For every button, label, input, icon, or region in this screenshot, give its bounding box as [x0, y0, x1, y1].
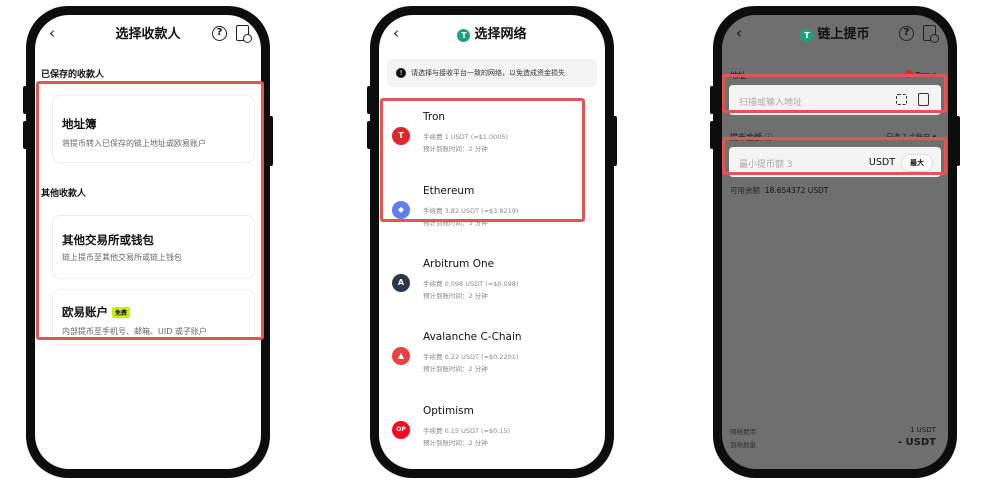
history-icon[interactable] [923, 25, 939, 43]
network-fee: 手续费 0.098 USDT (≈$0.098) [423, 280, 519, 288]
network-notice: ! 请选择与接收平台一致的网络，以免造成资金损失 [387, 59, 597, 87]
screen-onchain-withdraw: ‹ T 链上提币 ? 地址 Tron ▾ 扫描或输入地址 提币金额 ⓘ 已选 1 … [722, 15, 948, 469]
network-item-tron[interactable]: T Tron 手续费 1 USDT (≈$1.0005) 预计到账时间：2 分钟 [387, 111, 597, 171]
phone-frame-withdraw: ‹ T 链上提币 ? 地址 Tron ▾ 扫描或输入地址 提币金额 ⓘ 已选 1 … [710, 6, 960, 478]
network-fee: 手续费 0.22 USDT (≈$0.2201) [423, 353, 519, 361]
arbitrum-icon: A [392, 274, 410, 292]
tron-icon [905, 70, 914, 78]
address-book-subtitle: 将提币转入已保存的链上地址或欧易账户 [62, 139, 206, 148]
other-recipients-label: 其他收款人 [41, 189, 87, 199]
top-bar: ‹ T 选择网络 [379, 15, 605, 55]
screen-select-network: ‹ T 选择网络 ! 请选择与接收平台一致的网络，以免造成资金损失 T Tron … [379, 15, 605, 469]
address-book-icon[interactable] [918, 93, 929, 106]
amount-placeholder: 最小提币额 3 [739, 160, 793, 170]
network-item-avalanche[interactable]: ▲ Avalanche C-Chain 手续费 0.22 USDT (≈$0.2… [387, 331, 597, 391]
network-fee-value: 1 USDT [910, 426, 936, 434]
okx-account-subtitle: 内部提币至手机号、邮箱、UID 或子账户 [62, 327, 207, 336]
tron-icon: T [392, 127, 410, 145]
phone-frame-recipient: ‹ 选择收款人 ? 已保存的收款人 地址簿 将提币转入已保存的链上地址或欧易账户… [23, 6, 273, 478]
page-title: T 链上提币 [722, 27, 948, 43]
address-placeholder: 扫描或输入地址 [739, 98, 803, 108]
network-value: Tron [915, 71, 931, 79]
history-icon[interactable] [236, 25, 252, 43]
phone-frame-network: ‹ T 选择网络 ! 请选择与接收平台一致的网络，以免造成资金损失 T Tron … [367, 6, 617, 478]
scan-icon[interactable] [896, 94, 907, 105]
address-book-title: 地址簿 [62, 117, 97, 131]
network-eta: 预计到账时间：3 分钟 [423, 219, 488, 227]
network-fee: 手续费 1 USDT (≈$1.0005) [423, 133, 509, 141]
ethereum-icon: ◆ [392, 201, 410, 219]
available-balance: 可用余额 18.654372 USDT [730, 186, 829, 195]
network-item-optimism[interactable]: OP Optimism 手续费 0.15 USDT (≈$0.15) 预计到账时… [387, 405, 597, 465]
okx-account-title: 欧易账户 [62, 305, 108, 319]
help-icon[interactable]: ? [899, 26, 914, 41]
tether-icon: T [800, 29, 814, 42]
receive-amount-label: 到账数量 [730, 441, 756, 449]
top-bar: ‹ 选择收款人 ? [35, 15, 261, 55]
network-eta: 预计到账时间：2 分钟 [423, 292, 488, 300]
max-button[interactable]: 最大 [901, 154, 933, 172]
address-label: 地址 [730, 71, 746, 80]
amount-label: 提币金额 ⓘ [730, 133, 773, 142]
avalanche-icon: ▲ [392, 347, 410, 365]
optimism-icon: OP [392, 421, 410, 439]
network-name: Avalanche C-Chain [423, 331, 522, 343]
network-name: Optimism [423, 405, 474, 417]
network-name: Arbitrum One [423, 258, 495, 270]
free-badge: 免费 [112, 307, 131, 318]
address-input[interactable]: 扫描或输入地址 [729, 85, 941, 115]
unit-label: USDT [868, 157, 895, 168]
account-selector[interactable]: 已选 1 个账户 ▾ [886, 132, 936, 142]
notice-text: 请选择与接收平台一致的网络，以免造成资金损失 [411, 69, 565, 77]
tether-icon: T [457, 29, 471, 42]
network-fee: 手续费 3.82 USDT (≈$3.8219) [423, 207, 519, 215]
network-eta: 预计到账时间：2 分钟 [423, 365, 488, 373]
network-item-arbitrum[interactable]: A Arbitrum One 手续费 0.098 USDT (≈$0.098) … [387, 258, 597, 318]
other-exchange-card[interactable]: 其他交易所或钱包 链上提币至其他交易所或链上钱包 [52, 215, 255, 279]
network-fee-label: 网络费用 [730, 428, 756, 436]
help-icon[interactable]: ? [212, 26, 227, 41]
saved-recipients-label: 已保存的收款人 [41, 70, 105, 80]
page-title: T 选择网络 [379, 27, 605, 43]
network-fee: 手续费 0.15 USDT (≈$0.15) [423, 427, 511, 435]
other-exchange-title: 其他交易所或钱包 [62, 233, 154, 247]
amount-input[interactable]: 最小提币额 3 USDT 最大 [729, 147, 941, 177]
top-bar: ‹ T 链上提币 ? [722, 15, 948, 55]
address-book-card[interactable]: 地址簿 将提币转入已保存的链上地址或欧易账户 [52, 95, 255, 163]
network-item-ethereum[interactable]: ◆ Ethereum 手续费 3.82 USDT (≈$3.8219) 预计到账… [387, 185, 597, 245]
info-icon: ! [396, 68, 406, 78]
network-selector[interactable]: Tron ▾ [905, 70, 936, 79]
okx-account-card[interactable]: 欧易账户 免费 内部提币至手机号、邮箱、UID 或子账户 [52, 289, 255, 345]
network-name: Ethereum [423, 185, 475, 197]
screen-select-recipient: ‹ 选择收款人 ? 已保存的收款人 地址簿 将提币转入已保存的链上地址或欧易账户… [35, 15, 261, 469]
receive-amount-value: - USDT [897, 437, 936, 448]
network-eta: 预计到账时间：2 分钟 [423, 439, 488, 447]
network-name: Tron [423, 111, 446, 123]
network-eta: 预计到账时间：2 分钟 [423, 145, 488, 153]
page-title: 选择收款人 [115, 27, 181, 42]
other-exchange-subtitle: 链上提币至其他交易所或链上钱包 [62, 253, 182, 262]
